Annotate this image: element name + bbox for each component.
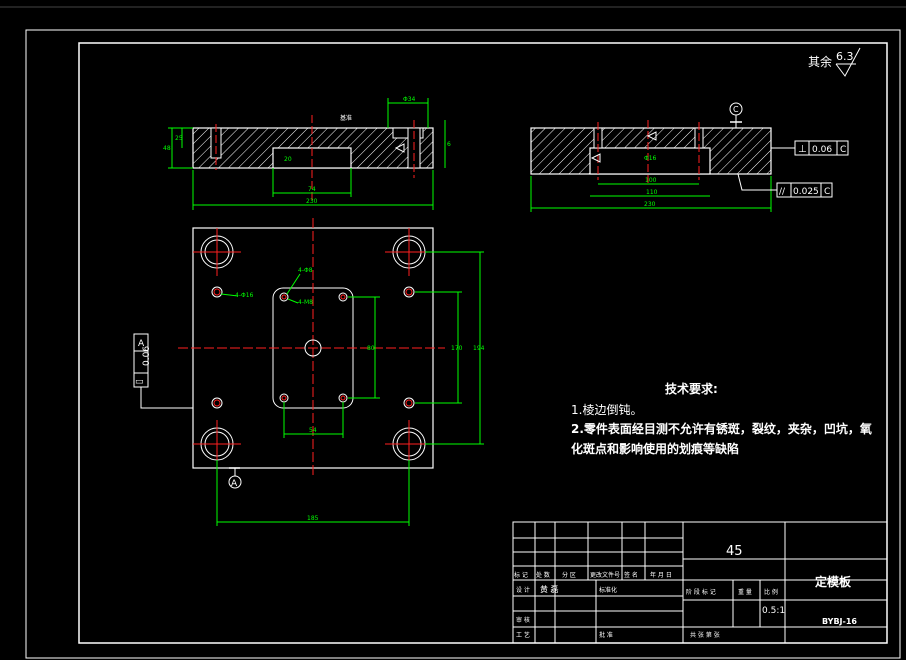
dim-overall-width: 230 bbox=[306, 198, 318, 205]
dim-b-outer: 185 bbox=[307, 515, 319, 522]
dim-section-total: 230 bbox=[644, 201, 656, 208]
flat-symbol: ▭ bbox=[135, 377, 144, 387]
cell-designer: 黄 磊 bbox=[540, 584, 559, 594]
dim-height-total: 48 bbox=[163, 145, 171, 152]
material: 45 bbox=[726, 544, 743, 559]
row-label-change: 更改文件号 bbox=[590, 571, 620, 579]
cell-standard: 标准化 bbox=[599, 586, 617, 594]
datum-a-label: A bbox=[231, 479, 238, 489]
title-block-text: 45 定模板 BYBJ-16 0.5:1 标 记 处 数 分 区 更改文件号 签… bbox=[514, 544, 857, 639]
row-label-mark: 标 记 bbox=[514, 571, 528, 579]
hole-label-2: 4-Φ8 bbox=[298, 267, 313, 274]
plan-view: 4-Φ16 4-Φ8 4-M8 80 170 194 54 185 A 0.06… bbox=[133, 218, 485, 526]
requirements-title: 技术要求: bbox=[665, 382, 718, 396]
requirement-2: 2.零件表面经目测不允许有锈斑，裂纹，夹杂，凹坑，氧 bbox=[571, 422, 872, 436]
roughness-value: 6.3 bbox=[836, 50, 854, 63]
dim-inner-width: 74 bbox=[308, 186, 316, 193]
weight-label: 重 量 bbox=[738, 588, 752, 596]
dim-v-mid: 170 bbox=[451, 345, 463, 352]
dim-b-inner: 54 bbox=[309, 427, 317, 434]
note-label: 基准 bbox=[340, 114, 352, 122]
front-section-view: 230 74 48 25 20 Φ34 6 基准 bbox=[163, 96, 451, 210]
datum-c-label: C bbox=[733, 105, 739, 114]
roughness-symbol: 其余 6.3 bbox=[808, 47, 861, 77]
flat-value: 0.06 bbox=[142, 346, 152, 366]
row-label-zone: 分 区 bbox=[562, 571, 576, 579]
par-datum: C bbox=[824, 187, 830, 197]
par-value: 0.025 bbox=[793, 187, 819, 197]
hole-label-3: 4-M8 bbox=[298, 299, 313, 306]
dim-slot: 20 bbox=[284, 156, 292, 163]
dim-section-inner: 100 bbox=[645, 177, 657, 184]
cell-process: 工 艺 bbox=[516, 631, 530, 639]
requirement-3: 化斑点和影响使用的划痕等缺陷 bbox=[571, 442, 740, 456]
par-symbol: // bbox=[779, 187, 786, 197]
dim-top-right: Φ34 bbox=[403, 96, 416, 103]
side-section-view: 230 110 100 Φ16 C ⊥ 0.06 C // 0.025 C bbox=[530, 102, 849, 212]
row-label-count: 处 数 bbox=[536, 571, 550, 579]
cell-design: 设 计 bbox=[516, 586, 530, 594]
row-label-date: 年 月 日 bbox=[650, 571, 672, 579]
perp-symbol: ⊥ bbox=[798, 144, 807, 155]
hole-label-1: 4-Φ16 bbox=[235, 292, 254, 299]
row-label-sign: 签 名 bbox=[624, 571, 638, 579]
cell-review: 审 核 bbox=[516, 616, 530, 624]
part-name: 定模板 bbox=[815, 574, 852, 589]
scale: 0.5:1 bbox=[762, 606, 785, 616]
sheet-label: 共 张 第 张 bbox=[690, 631, 720, 639]
dim-v-outer: 194 bbox=[473, 345, 485, 352]
stage-label: 阶 段 标 记 bbox=[686, 588, 716, 596]
perp-datum: C bbox=[840, 145, 846, 155]
drawing-no: BYBJ-16 bbox=[822, 617, 857, 626]
roughness-prefix: 其余 bbox=[808, 54, 832, 69]
outer-border bbox=[25, 29, 901, 659]
dim-v-inner: 80 bbox=[367, 345, 375, 352]
cad-drawing[interactable]: 其余 6.3 230 74 48 25 20 Φ34 6 基准 230 110 … bbox=[0, 0, 906, 660]
perp-value: 0.06 bbox=[812, 145, 832, 155]
dim-height-left: 25 bbox=[175, 135, 183, 142]
dim-right-small: 6 bbox=[447, 141, 451, 148]
dim-section-mid: 110 bbox=[646, 189, 658, 196]
cell-approve: 批 准 bbox=[599, 631, 613, 639]
scale-label: 比 例 bbox=[764, 588, 778, 596]
requirement-1: 1.棱边倒钝。 bbox=[571, 403, 643, 417]
dim-section-small: Φ16 bbox=[644, 155, 657, 162]
